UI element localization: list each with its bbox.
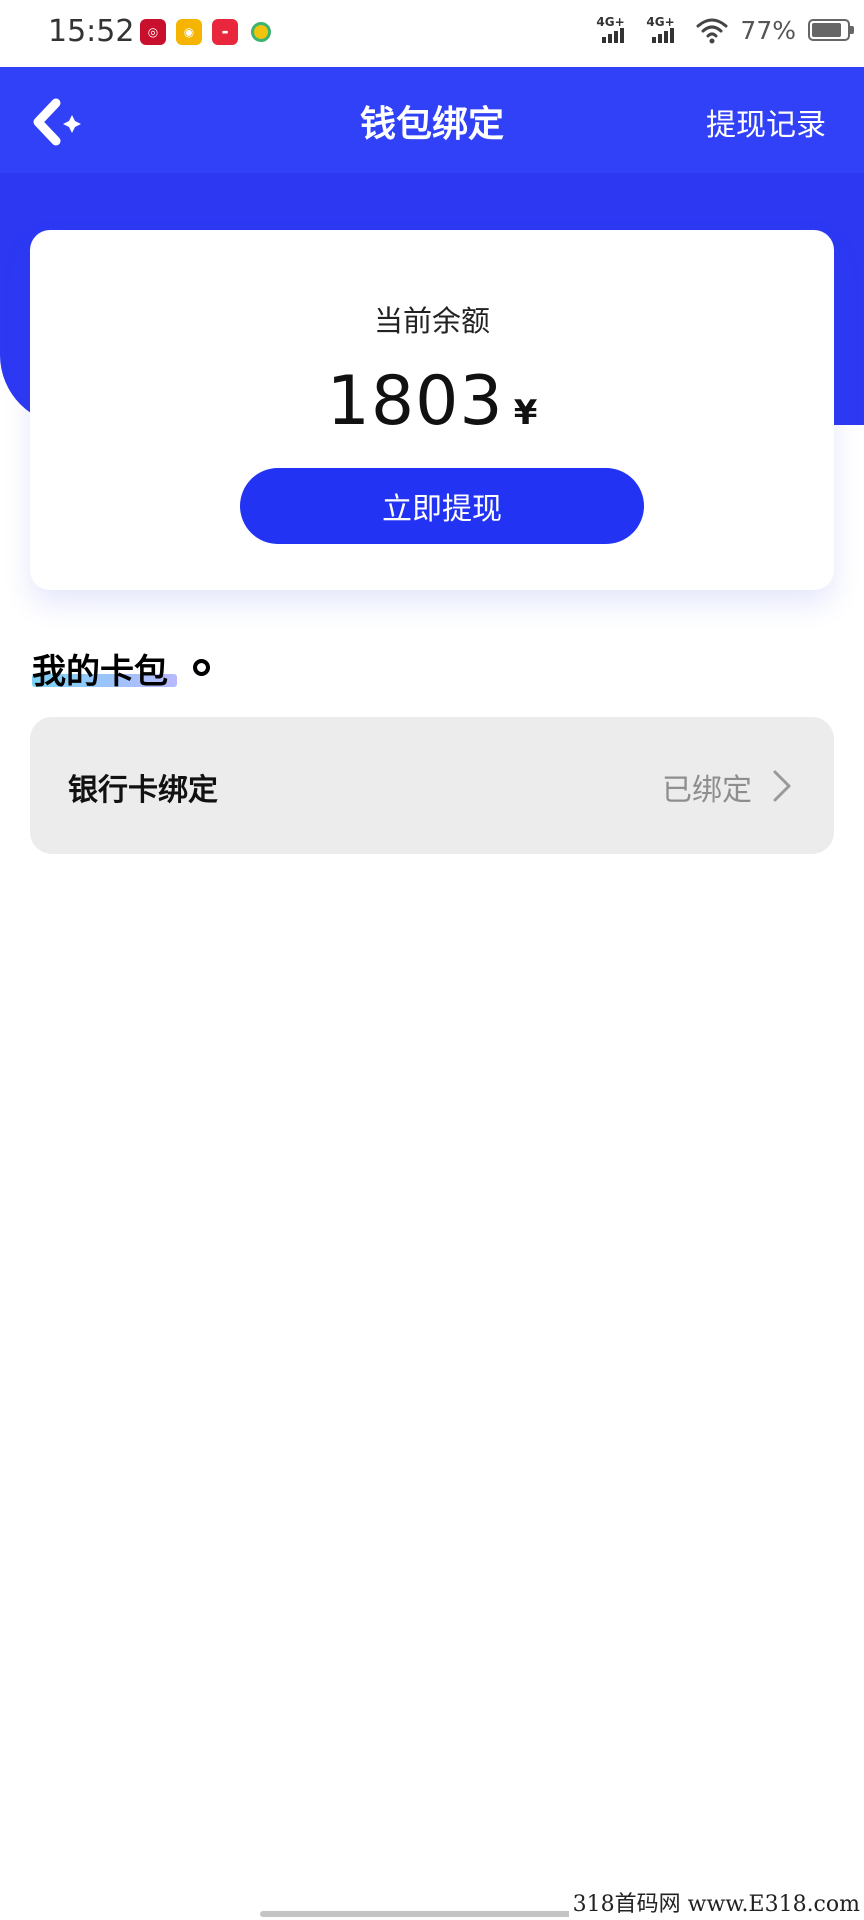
header: 钱包绑定 提现记录: [0, 67, 864, 173]
qq-music-icon: [248, 19, 274, 45]
home-indicator[interactable]: [260, 1911, 606, 1917]
wifi-icon: [696, 18, 728, 44]
battery-icon: [808, 19, 854, 41]
watermark: 318首码网 www.E318.com: [568, 1884, 864, 1920]
status-bar: 15:52 ◎ ◉ ▬ 4G+ 4G+ 77%: [0, 0, 864, 68]
balance-card: 当前余额 1803 ¥ 立即提现: [30, 230, 834, 590]
section-title: 我的卡包: [32, 644, 168, 693]
battery-text: 77%: [740, 15, 796, 45]
signal-1-icon: 4G+: [596, 15, 634, 45]
status-right: 4G+ 4G+ 77%: [596, 15, 854, 45]
withdraw-button[interactable]: 立即提现: [240, 468, 644, 544]
balance-amount: 1803: [326, 362, 504, 441]
bank-card-binding-item[interactable]: 银行卡绑定 已绑定: [30, 717, 834, 854]
notification-icons: ◎ ◉ ▬: [140, 19, 274, 45]
balance-row: 1803 ¥: [30, 362, 834, 441]
chevron-right-icon: [773, 770, 791, 802]
circle-dot-icon: [193, 659, 210, 676]
balance-label: 当前余额: [373, 304, 490, 338]
xiaohongshu-icon: ▬: [212, 19, 238, 45]
bank-card-status: 已绑定: [662, 773, 752, 808]
bank-card-label: 银行卡绑定: [68, 773, 218, 808]
status-time: 15:52: [48, 14, 135, 49]
withdraw-records-link[interactable]: 提现记录: [706, 100, 826, 144]
weibo-icon: ◉: [176, 19, 202, 45]
section-title-text: 我的卡包: [32, 652, 168, 692]
currency-symbol: ¥: [513, 393, 538, 433]
netease-music-icon: ◎: [140, 19, 166, 45]
signal-2-icon: 4G+: [646, 15, 684, 45]
